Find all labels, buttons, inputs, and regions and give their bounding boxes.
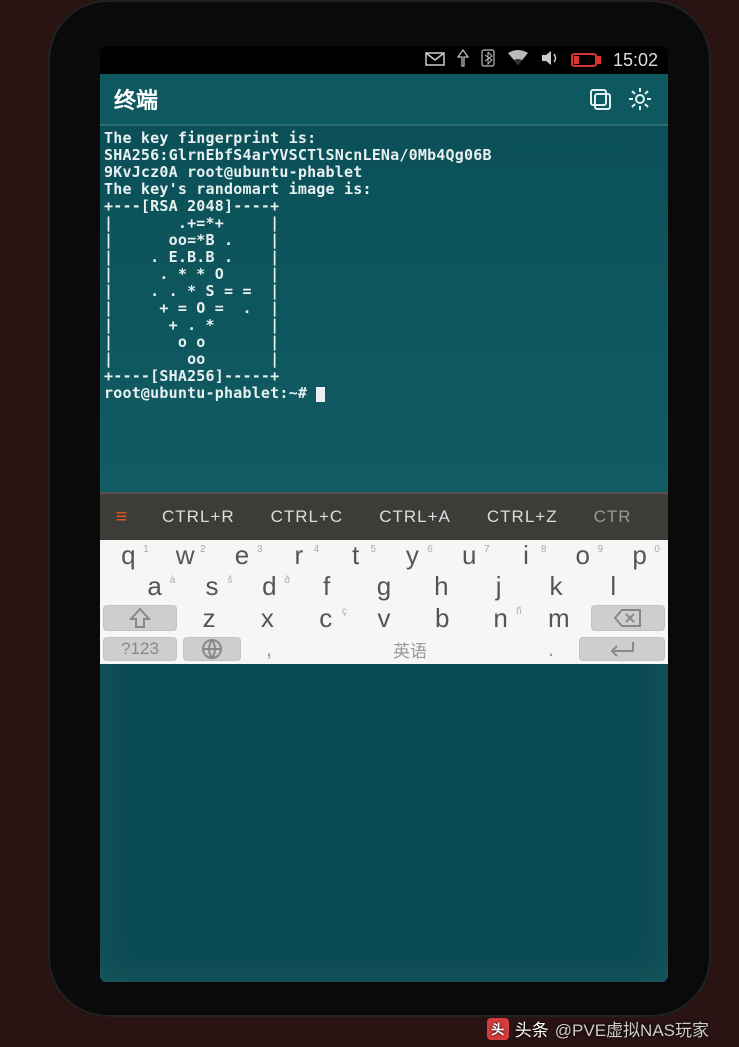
key-e[interactable]: e3 bbox=[214, 540, 271, 571]
period-key[interactable]: . bbox=[526, 634, 576, 664]
language-key[interactable] bbox=[183, 637, 241, 661]
volume-icon bbox=[541, 50, 559, 71]
shortcut-ctrl-c[interactable]: CTRL+C bbox=[253, 494, 362, 540]
key-b[interactable]: b bbox=[413, 602, 471, 634]
watermark-logo: 头 bbox=[487, 1018, 509, 1040]
wifi-icon bbox=[507, 50, 529, 71]
watermark-handle: @PVE虚拟NAS玩家 bbox=[555, 1016, 709, 1041]
key-z[interactable]: z bbox=[180, 602, 238, 634]
key-h[interactable]: h bbox=[413, 571, 470, 602]
watermark-prefix: 头条 bbox=[515, 1016, 549, 1041]
key-x[interactable]: x bbox=[238, 602, 296, 634]
symbols-key[interactable]: ?123 bbox=[103, 637, 177, 661]
key-g[interactable]: g bbox=[355, 571, 412, 602]
terminal-output[interactable]: The key fingerprint is: SHA256:GlrnEbfS4… bbox=[100, 126, 668, 492]
app-title: 终端 bbox=[108, 83, 580, 115]
globe-icon bbox=[201, 638, 223, 660]
key-d[interactable]: dð bbox=[241, 571, 298, 602]
shortcut-ctrl-z[interactable]: CTRL+Z bbox=[469, 494, 576, 540]
keyboard: q1w2e3r4t5y6u7i8o9p0 aàsšdðfghjkl zxcçvb… bbox=[100, 540, 668, 664]
backspace-icon bbox=[613, 608, 643, 628]
shift-key[interactable] bbox=[103, 605, 177, 631]
settings-button[interactable] bbox=[620, 79, 660, 119]
key-k[interactable]: k bbox=[527, 571, 584, 602]
gear-icon bbox=[627, 86, 653, 112]
shortcut-ctrl-r[interactable]: CTRL+R bbox=[144, 494, 253, 540]
key-c[interactable]: cç bbox=[297, 602, 355, 634]
battery-icon bbox=[571, 52, 601, 68]
key-w[interactable]: w2 bbox=[157, 540, 214, 571]
shortcut-more[interactable]: CTR bbox=[576, 494, 650, 540]
key-n[interactable]: nñ bbox=[471, 602, 529, 634]
space-key[interactable]: 英语 bbox=[294, 634, 526, 664]
key-j[interactable]: j bbox=[470, 571, 527, 602]
clock-text: 15:02 bbox=[613, 50, 658, 71]
tabs-icon bbox=[587, 86, 613, 112]
key-s[interactable]: sš bbox=[183, 571, 240, 602]
key-y[interactable]: y6 bbox=[384, 540, 441, 571]
key-v[interactable]: v bbox=[355, 602, 413, 634]
shortcut-ctrl-a[interactable]: CTRL+A bbox=[361, 494, 469, 540]
tabs-button[interactable] bbox=[580, 79, 620, 119]
key-m[interactable]: m bbox=[530, 602, 588, 634]
hamburger-icon[interactable]: ≡ bbox=[100, 506, 144, 529]
enter-key[interactable] bbox=[579, 637, 665, 661]
enter-icon bbox=[607, 639, 637, 659]
key-p[interactable]: p0 bbox=[611, 540, 668, 571]
phone-screen: 15:02 终端 The key fingerprint is: SHA256:… bbox=[100, 46, 668, 982]
key-i[interactable]: i8 bbox=[498, 540, 555, 571]
key-f[interactable]: f bbox=[298, 571, 355, 602]
status-bar: 15:02 bbox=[100, 46, 668, 74]
key-l[interactable]: l bbox=[585, 571, 642, 602]
mail-icon bbox=[425, 50, 445, 71]
bluetooth-icon bbox=[481, 49, 495, 72]
location-icon bbox=[457, 49, 469, 72]
key-u[interactable]: u7 bbox=[441, 540, 498, 571]
key-t[interactable]: t5 bbox=[327, 540, 384, 571]
shortcut-bar: ≡ CTRL+R CTRL+C CTRL+A CTRL+Z CTR bbox=[100, 492, 668, 540]
watermark: 头 头条 @PVE虚拟NAS玩家 bbox=[487, 1016, 709, 1041]
key-q[interactable]: q1 bbox=[100, 540, 157, 571]
key-o[interactable]: o9 bbox=[554, 540, 611, 571]
app-bar: 终端 bbox=[100, 74, 668, 126]
key-a[interactable]: aà bbox=[126, 571, 183, 602]
shift-icon bbox=[128, 606, 152, 630]
backspace-key[interactable] bbox=[591, 605, 665, 631]
key-r[interactable]: r4 bbox=[270, 540, 327, 571]
comma-key[interactable]: , bbox=[244, 634, 294, 664]
